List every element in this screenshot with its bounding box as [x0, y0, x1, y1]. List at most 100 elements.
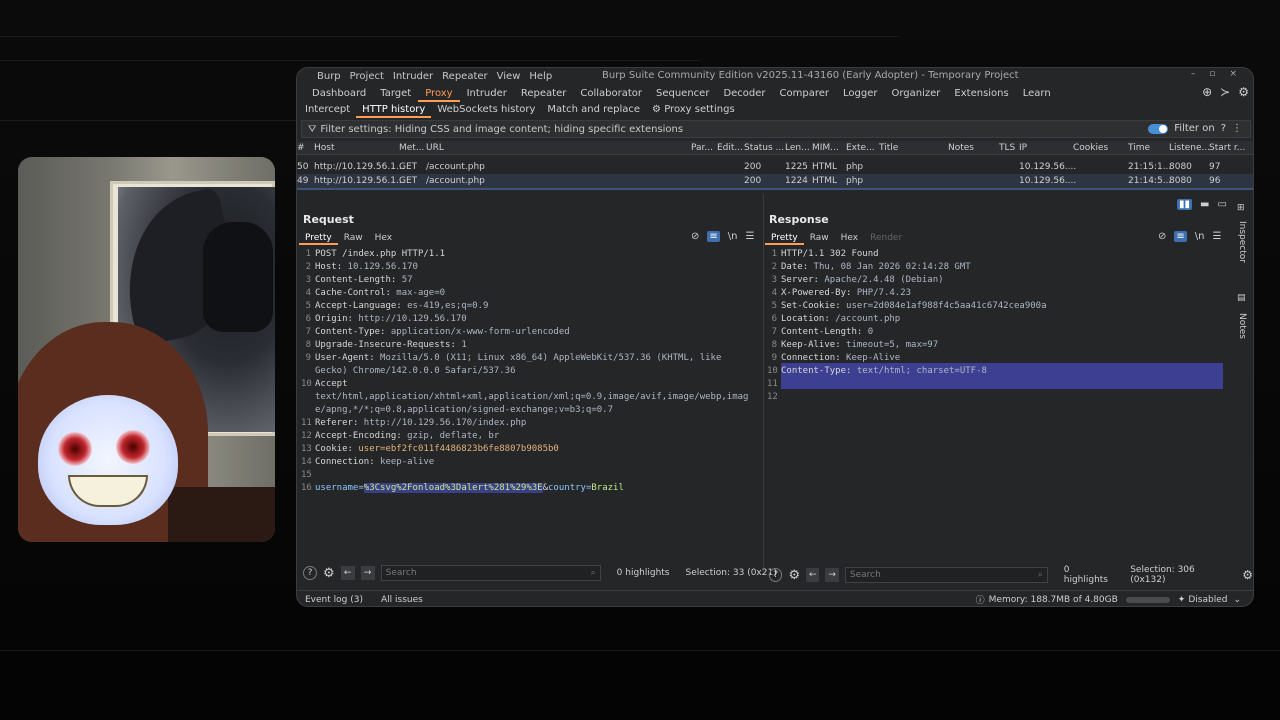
column-header[interactable]: Title	[879, 141, 898, 155]
view-tab-render[interactable]: Render	[864, 231, 908, 245]
column-header[interactable]: Met...	[399, 141, 424, 155]
inspector-icon[interactable]: ⊞	[1237, 203, 1245, 213]
view-tab-pretty[interactable]: Pretty	[299, 231, 338, 245]
response-search-input[interactable]: Search ⌕	[844, 567, 1048, 583]
cell-ext: php	[846, 176, 864, 186]
tab-learn[interactable]: Learn	[1016, 85, 1058, 102]
column-header[interactable]: Exte...	[846, 141, 875, 155]
ai-status[interactable]: Disabled	[1188, 595, 1227, 605]
table-row[interactable]: 49 http://10.129.56.1... GET/account.php 20…	[297, 174, 1253, 188]
forward-arrow-icon[interactable]: →	[825, 568, 839, 582]
column-header[interactable]: Listene...	[1169, 141, 1210, 155]
request-search-input[interactable]: Search ⌕	[380, 565, 601, 581]
subtab-http-history[interactable]: HTTP history	[356, 102, 432, 118]
table-split-line[interactable]	[297, 188, 1253, 190]
back-arrow-icon[interactable]: ←	[806, 568, 820, 582]
tab-decoder[interactable]: Decoder	[716, 85, 772, 102]
help-icon[interactable]: ?	[1221, 123, 1226, 134]
view-tab-raw[interactable]: Raw	[804, 231, 835, 245]
tab-collaborator[interactable]: Collaborator	[573, 85, 649, 102]
column-header[interactable]: #	[297, 141, 305, 155]
notes-icon[interactable]: ▤	[1237, 293, 1246, 303]
tab-intruder[interactable]: Intruder	[460, 85, 514, 102]
more-options-icon[interactable]: ⋮	[1232, 123, 1242, 134]
all-issues-link[interactable]: All issues	[381, 595, 423, 605]
tab-logger[interactable]: Logger	[836, 85, 884, 102]
proxy-settings-button[interactable]: ⚙ Proxy settings	[646, 102, 741, 118]
tab-repeater[interactable]: Repeater	[514, 85, 573, 102]
panel-divider[interactable]	[763, 194, 764, 572]
filter-bar[interactable]: ⛛ Filter settings: Hiding CSS and image …	[301, 120, 1251, 138]
column-header[interactable]: Host	[314, 141, 335, 155]
background-line	[0, 36, 900, 37]
view-tab-pretty[interactable]: Pretty	[765, 231, 804, 245]
event-log-link[interactable]: Event log (3)	[305, 595, 363, 605]
header-value: 57	[401, 275, 413, 285]
subtab-match-and-replace[interactable]: Match and replace	[541, 102, 646, 118]
tab-sequencer[interactable]: Sequencer	[649, 85, 716, 102]
settings-gear-icon[interactable]: ⚙	[1242, 568, 1253, 582]
layout-rows-icon[interactable]: ▬	[1200, 199, 1209, 210]
column-header[interactable]: TLS	[999, 141, 1015, 155]
column-header[interactable]: URL	[426, 141, 444, 155]
tab-proxy[interactable]: Proxy	[418, 85, 460, 102]
menu-icon[interactable]: ☰	[746, 231, 755, 242]
tab-target[interactable]: Target	[373, 85, 418, 102]
view-tab-hex[interactable]: Hex	[835, 231, 864, 245]
menu-burp[interactable]: Burp	[317, 71, 341, 82]
menu-project[interactable]: Project	[350, 71, 384, 82]
view-tab-hex[interactable]: Hex	[369, 231, 398, 245]
column-header[interactable]: Time	[1128, 141, 1150, 155]
menu-icon[interactable]: ☰	[1213, 231, 1222, 242]
menu-view[interactable]: View	[497, 71, 521, 82]
menu-help[interactable]: Help	[529, 71, 552, 82]
wrap-icon[interactable]: ≡	[1174, 231, 1187, 242]
menu-intruder[interactable]: Intruder	[393, 71, 433, 82]
terminal-icon[interactable]: ≻	[1220, 85, 1230, 99]
column-header[interactable]: Len...	[785, 141, 810, 155]
column-header[interactable]: MIM...	[812, 141, 839, 155]
subtab-intercept[interactable]: Intercept	[299, 102, 356, 118]
subtab-websockets-history[interactable]: WebSockets history	[431, 102, 541, 118]
maximize-icon[interactable]: ▫	[1209, 69, 1215, 79]
column-header[interactable]: Cookies	[1073, 141, 1108, 155]
layout-columns-icon[interactable]: ▮▮	[1177, 199, 1193, 210]
tab-comparer[interactable]: Comparer	[773, 85, 836, 102]
close-icon[interactable]: ×	[1229, 69, 1237, 79]
minimize-icon[interactable]: –	[1191, 69, 1196, 79]
tab-extensions[interactable]: Extensions	[947, 85, 1015, 102]
settings-gear-icon[interactable]: ⚙	[788, 568, 800, 583]
help-icon[interactable]: ?	[303, 566, 317, 580]
newline-icon[interactable]: \n	[1195, 231, 1205, 242]
column-header[interactable]: Notes	[948, 141, 974, 155]
table-row[interactable]: 50 http://10.129.56.1... GET/account.php 20…	[297, 160, 1253, 174]
column-header[interactable]: Start r...	[1209, 141, 1245, 155]
back-arrow-icon[interactable]: ←	[340, 566, 355, 580]
hide-eye-icon[interactable]: ⊘	[1158, 231, 1166, 242]
settings-gear-icon[interactable]: ⚙	[323, 566, 335, 581]
newline-icon[interactable]: \n	[728, 231, 738, 242]
column-header[interactable]: Par...	[691, 141, 713, 155]
notes-tab[interactable]: Notes	[1237, 313, 1247, 339]
column-header[interactable]: Status ...	[744, 141, 784, 155]
gear-icon[interactable]: ⚙	[1238, 85, 1249, 99]
chevron-down-icon[interactable]: ⌄	[1233, 595, 1241, 605]
column-header[interactable]: Edit...	[717, 141, 743, 155]
tab-organizer[interactable]: Organizer	[885, 85, 948, 102]
layout-tabs-icon[interactable]: ▭	[1217, 199, 1226, 210]
help-icon[interactable]: ?	[769, 568, 783, 582]
wrap-icon[interactable]: ≡	[707, 231, 720, 242]
view-tab-raw[interactable]: Raw	[338, 231, 369, 245]
menu-repeater[interactable]: Repeater	[442, 71, 487, 82]
header-name: Server	[781, 275, 814, 285]
forward-arrow-icon[interactable]: →	[360, 566, 375, 580]
inspector-tab[interactable]: Inspector	[1237, 221, 1247, 263]
hide-eye-icon[interactable]: ⊘	[691, 231, 699, 242]
globe-icon[interactable]: ⊕	[1202, 85, 1212, 99]
column-header[interactable]: IP	[1019, 141, 1027, 155]
response-editor[interactable]: 1 HTTP/1.1 302 Found 2 Date: Thu, 08 Jan 20…	[767, 248, 1227, 404]
line-number: 13	[301, 444, 312, 454]
filter-toggle[interactable]	[1148, 123, 1169, 134]
tab-dashboard[interactable]: Dashboard	[305, 85, 373, 102]
request-editor[interactable]: 1 POST /index.php HTTP/1.1 2 Host: 10.129.5…	[301, 248, 756, 495]
